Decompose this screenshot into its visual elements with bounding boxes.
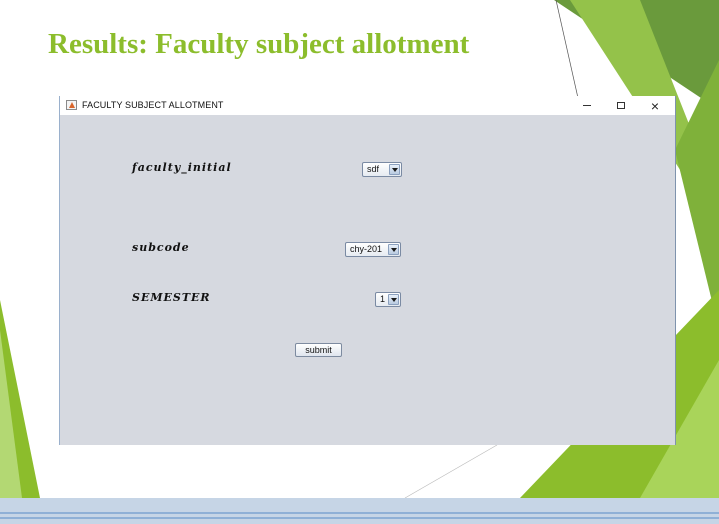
semester-value: 1 [380,294,386,304]
maximize-icon [617,102,625,109]
app-window: FACULTY SUBJECT ALLOTMENT × faculty_init… [60,96,675,445]
chevron-down-icon[interactable] [389,164,400,175]
minimize-icon [583,105,591,106]
faculty-initial-value: sdf [367,164,380,174]
close-button[interactable]: × [638,96,672,115]
window-titlebar[interactable]: FACULTY SUBJECT ALLOTMENT × [60,96,675,115]
decor-thin-line-top [555,0,579,99]
minimize-button[interactable] [570,96,604,115]
form-panel: faculty_initial sdf subcode chy-201 SEME… [60,115,675,445]
semester-label: SEMESTER [132,291,211,304]
slide-bottom-border [0,498,719,524]
decor-thin-line-bottom [404,444,498,499]
subcode-value: chy-201 [350,244,383,254]
bottom-border-line [0,512,719,514]
subcode-combobox[interactable]: chy-201 [345,242,401,257]
faculty-initial-combobox[interactable]: sdf [362,162,402,177]
chevron-down-icon[interactable] [388,294,399,305]
submit-button[interactable]: submit [295,343,342,357]
subcode-label: subcode [132,241,190,254]
chevron-down-icon[interactable] [388,244,399,255]
faculty-initial-label: faculty_initial [132,161,232,174]
java-app-icon [66,100,77,110]
window-title: FACULTY SUBJECT ALLOTMENT [82,100,224,110]
maximize-button[interactable] [604,96,638,115]
bottom-border-line [0,517,719,519]
decor-shard-right-mid [675,60,719,330]
semester-combobox[interactable]: 1 [375,292,401,307]
slide-title: Results: Faculty subject allotment [48,28,470,60]
close-icon: × [650,97,660,114]
presentation-slide: Results: Faculty subject allotment FACUL… [0,0,719,524]
